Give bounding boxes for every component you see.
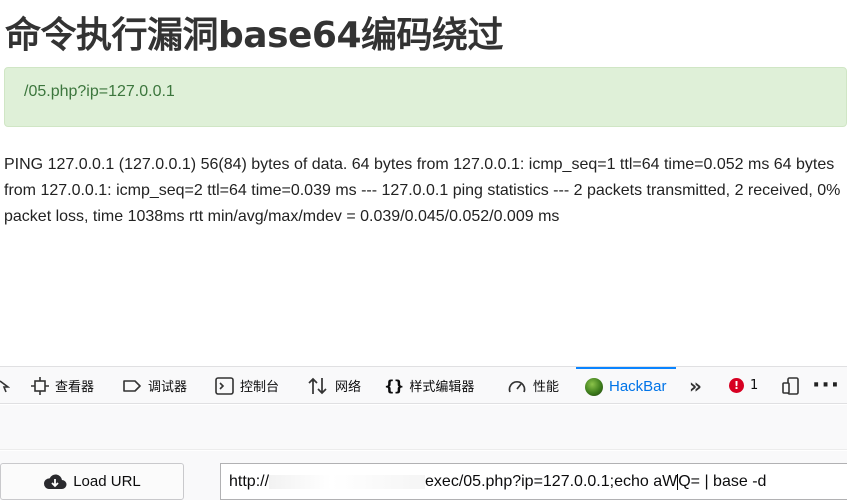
hackbar-menu-strip [0, 405, 847, 450]
url-value-right: Q= | base -d [678, 473, 767, 490]
devtools-menu-button[interactable]: ··· [812, 367, 840, 404]
element-picker-icon [0, 379, 10, 392]
responsive-design-icon [782, 376, 799, 395]
ping-output: PING 127.0.0.1 (127.0.0.1) 56(84) bytes … [4, 156, 841, 225]
url-value-left: exec/05.php?ip=127.0.0.1;echo aW [425, 473, 678, 490]
tab-performance-label: 性能 [533, 380, 560, 395]
more-tabs-button[interactable]: » [689, 367, 702, 404]
responsive-mode-button[interactable] [781, 367, 801, 404]
chevron-double-right-icon: » [689, 373, 702, 398]
redacted-host [269, 474, 426, 489]
devtools-toolbar: 查看器 调试器 控制台 网络 {} 样式编辑器 性能 HackBar » ! 1… [0, 366, 847, 404]
element-picker-button[interactable] [0, 367, 10, 404]
error-icon: ! [729, 378, 744, 393]
tab-style-editor[interactable]: {} 样式编辑器 [384, 367, 474, 404]
debugger-icon [123, 379, 141, 392]
network-icon [308, 377, 327, 394]
error-count: 1 [750, 378, 759, 393]
url-alert: /05.php?ip=127.0.0.1 [4, 67, 847, 127]
performance-icon [508, 380, 526, 392]
hackbar-icon [585, 377, 603, 396]
tab-inspector[interactable]: 查看器 [31, 367, 94, 404]
more-options-icon: ··· [812, 373, 841, 398]
tab-network-label: 网络 [335, 380, 362, 395]
console-icon [215, 376, 234, 395]
page-title: 命令执行漏洞base64编码绕过 [5, 15, 504, 56]
url-path-text: /05.php?ip=127.0.0.1 [24, 83, 175, 100]
tab-performance[interactable]: 性能 [507, 367, 559, 404]
tab-hackbar-label: HackBar [609, 378, 667, 395]
tab-console[interactable]: 控制台 [215, 367, 279, 404]
tab-console-label: 控制台 [240, 380, 280, 395]
url-prefix: http:// [229, 473, 270, 490]
tab-inspector-label: 查看器 [55, 380, 95, 395]
cloud-download-icon [44, 473, 67, 489]
tab-hackbar[interactable]: HackBar [576, 367, 676, 404]
tab-debugger-label: 调试器 [148, 380, 188, 395]
tab-debugger[interactable]: 调试器 [122, 367, 187, 404]
style-editor-icon: {} [384, 376, 404, 395]
load-url-button[interactable]: Load URL [0, 463, 184, 500]
tab-style-editor-label: 样式编辑器 [409, 380, 475, 395]
error-count-button[interactable]: ! 1 [729, 367, 758, 404]
inspector-icon [31, 376, 49, 395]
hackbar-url-input[interactable]: http:// exec/05.php?ip=127.0.0.1;echo aWQ… [220, 463, 847, 500]
tab-network[interactable]: 网络 [307, 367, 361, 404]
load-url-label: Load URL [73, 473, 141, 490]
